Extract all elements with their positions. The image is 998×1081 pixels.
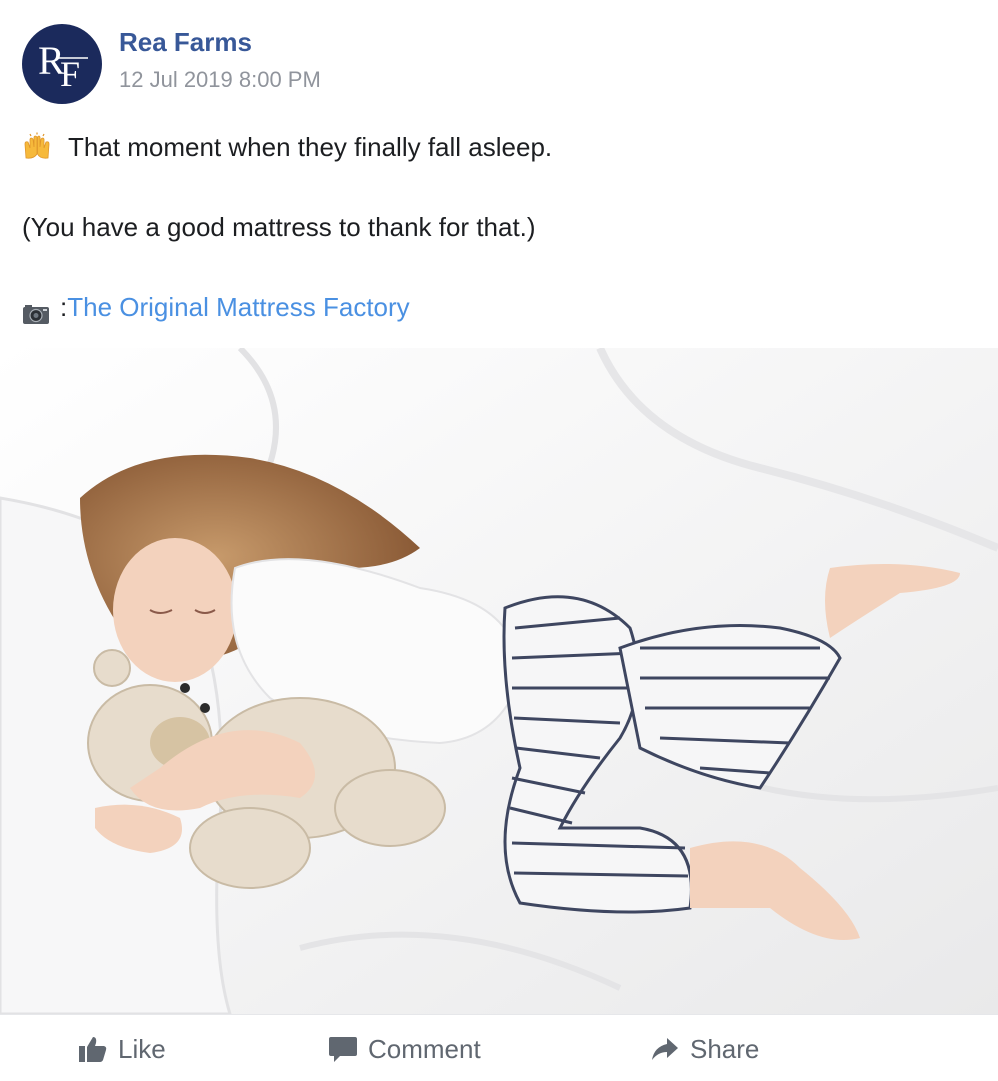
post-line-3: : The Original Mattress Factory [22, 287, 410, 327]
share-arrow-icon [652, 1038, 678, 1060]
comment-icon [329, 1037, 357, 1062]
raising-hands-icon [22, 132, 52, 162]
credit-link[interactable]: The Original Mattress Factory [67, 287, 409, 327]
thumbs-up-icon [79, 1037, 107, 1062]
share-label: Share [690, 1033, 760, 1064]
svg-text:F: F [60, 54, 80, 94]
post-line-2: (You have a good mattress to thank for t… [22, 212, 536, 242]
post-line-3-prefix: : [60, 292, 68, 322]
post-line-1-text: That moment when they finally fall aslee… [68, 132, 553, 162]
share-button[interactable]: Share [650, 1033, 759, 1065]
post-timestamp[interactable]: 12 Jul 2019 8:00 PM [119, 67, 321, 93]
avatar[interactable]: R F [22, 24, 102, 104]
photo-sleeping-child [0, 348, 998, 1014]
comment-button[interactable]: Comment [328, 1033, 481, 1065]
camera-icon [22, 296, 50, 324]
like-button[interactable]: Like [78, 1033, 166, 1065]
social-post: R F Rea Farms 12 Jul 2019 8:00 PM That m… [0, 0, 998, 1080]
post-action-bar: Like Comment Share [0, 1014, 998, 1081]
page-name[interactable]: Rea Farms [119, 27, 252, 58]
like-label: Like [118, 1033, 166, 1064]
post-photo[interactable] [0, 348, 998, 1014]
comment-label: Comment [368, 1033, 481, 1064]
post-header: R F Rea Farms 12 Jul 2019 8:00 PM [22, 24, 962, 104]
post-line-1: That moment when they finally fall aslee… [22, 127, 552, 167]
monogram-logo-icon: R F [38, 38, 88, 94]
